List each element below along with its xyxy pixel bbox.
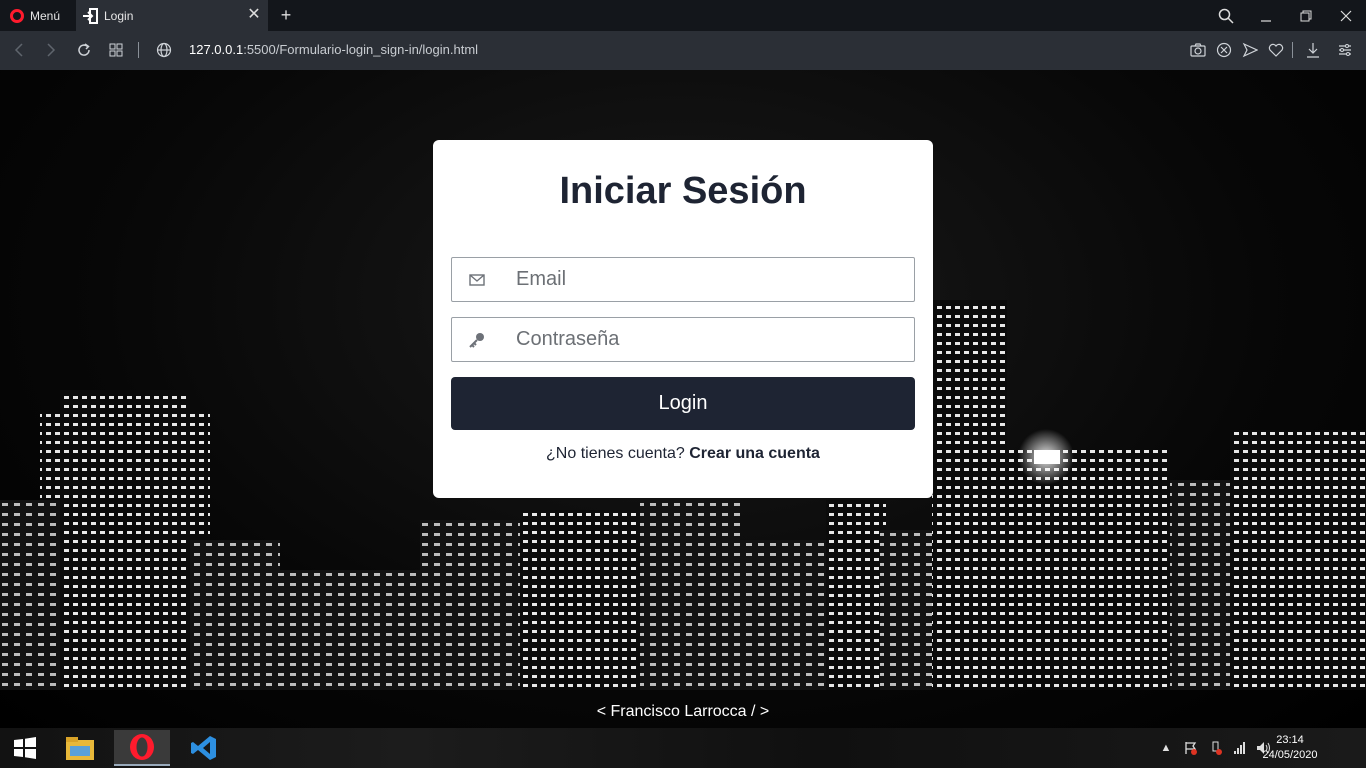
clock-time: 23:14 <box>1276 734 1304 746</box>
minimize-icon[interactable] <box>1248 0 1284 31</box>
key-icon <box>469 333 484 348</box>
toolbar-separator <box>1292 42 1293 58</box>
browser-search-icon[interactable] <box>1208 0 1244 31</box>
browser-tab-login[interactable]: Login ✕ <box>76 0 268 31</box>
page-title: Iniciar Sesión <box>559 170 807 212</box>
tray-chevron-up-icon[interactable]: ▲ <box>1158 740 1174 756</box>
no-account-text: ¿No tienes cuenta? <box>546 445 685 462</box>
system-clock[interactable]: 23:14 24/05/2020 <box>1260 733 1320 763</box>
windows-taskbar: ▲ 23:14 24/05/2020 <box>0 728 1366 768</box>
downloads-icon[interactable] <box>1304 41 1322 59</box>
network-signal-icon[interactable] <box>1232 740 1248 756</box>
tab-close-icon[interactable]: ✕ <box>246 7 262 23</box>
url-host: 127.0.0.1 <box>189 42 244 57</box>
clock-date: 24/05/2020 <box>1262 749 1318 761</box>
url-field[interactable]: 127.0.0.1:5500/Formulario-login_sign-in/… <box>189 42 478 57</box>
create-account-link[interactable]: Crear una cuenta <box>689 445 820 462</box>
opera-logo-icon <box>10 8 24 23</box>
restore-icon[interactable] <box>1288 0 1324 31</box>
flag-notification-icon[interactable] <box>1183 740 1199 756</box>
login-button[interactable]: Login <box>451 377 915 430</box>
email-input[interactable] <box>516 258 906 301</box>
reload-icon[interactable] <box>75 41 93 59</box>
new-tab-button[interactable]: + <box>277 4 295 26</box>
globe-icon[interactable] <box>155 41 173 59</box>
address-separator <box>138 42 139 58</box>
safely-remove-hardware-icon[interactable] <box>1208 740 1224 756</box>
close-window-icon[interactable] <box>1328 0 1364 31</box>
windows-start-icon[interactable] <box>0 730 50 766</box>
vscode-icon[interactable] <box>176 730 232 766</box>
signup-prompt: ¿No tienes cuenta? Crear una cuenta <box>433 445 933 463</box>
envelope-icon <box>469 274 485 286</box>
browser-tab-strip: Menú Login ✕ + <box>0 0 1366 31</box>
page-viewport: Iniciar Sesión Login ¿No tienes cuenta? … <box>0 70 1366 728</box>
author-credit: < Francisco Larrocca / > <box>596 703 770 720</box>
opera-browser-icon[interactable] <box>114 730 170 766</box>
url-path: :5500/Formulario-login_sign-in/login.htm… <box>243 42 479 57</box>
send-flow-icon[interactable] <box>1241 41 1259 59</box>
easy-setup-icon[interactable] <box>1336 41 1354 59</box>
email-field[interactable] <box>451 257 915 302</box>
opera-menu-button[interactable]: Menú <box>0 0 76 31</box>
password-input[interactable] <box>516 318 906 361</box>
bookmark-heart-icon[interactable] <box>1267 41 1285 59</box>
password-field[interactable] <box>451 317 915 362</box>
snapshot-camera-icon[interactable] <box>1189 41 1207 59</box>
tab-title: Login <box>104 8 134 23</box>
file-explorer-icon[interactable] <box>52 730 108 766</box>
forward-icon[interactable] <box>42 41 60 59</box>
ad-blocker-icon[interactable] <box>1215 41 1233 59</box>
back-icon[interactable] <box>10 41 28 59</box>
sign-in-icon <box>83 7 98 24</box>
speed-dial-grid-icon[interactable] <box>107 41 125 59</box>
menu-label: Menú <box>30 8 61 23</box>
address-bar: 127.0.0.1:5500/Formulario-login_sign-in/… <box>0 31 1366 70</box>
login-card: Iniciar Sesión Login ¿No tienes cuenta? … <box>433 140 933 498</box>
